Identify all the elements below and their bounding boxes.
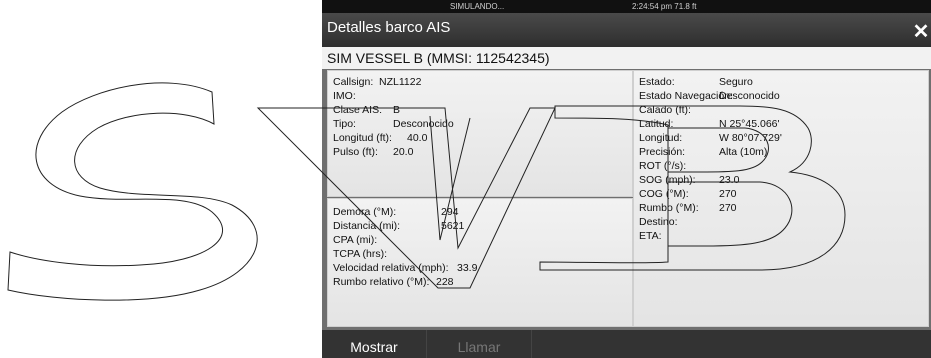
field-label: IMO: [333,90,356,102]
field-value: 270 [719,202,737,214]
field-value: 270 [719,188,737,200]
field-value: Desconocido [393,118,454,130]
time-depth-status: 2:24:54 pm 71.8 ft [632,2,697,11]
field-label: CPA (mi): [333,234,378,246]
field-value: 20.0 [393,146,414,158]
field-label: TCPA (hrs): [333,248,388,260]
field-label: Estado: [639,76,675,88]
field-label: Distancia (mi): [333,220,401,232]
field-label: ROT (°/s): [639,160,687,172]
vessel-info-panel: Callsign: NZL1122 IMO: Clase AIS: B Tipo… [327,70,633,197]
field-value: Alta (10m) [719,146,768,158]
simulation-status: SIMULANDO... [450,2,505,11]
call-button[interactable]: Llamar [426,330,532,358]
close-icon[interactable]: ✕ [911,21,931,43]
field-label: Calado (ft): [639,104,691,116]
field-value: 294 [441,206,459,218]
field-label: Tipo: [333,118,356,130]
field-value: B [393,104,401,116]
field-label: Rumbo (°M): [639,202,699,214]
title-bar: Detalles barco AIS ✕ [322,13,931,47]
field-label: Rumbo relativo (°M): [333,276,430,288]
field-label: Demora (°M): [333,206,397,218]
field-value: 40.0 [407,132,428,144]
show-button[interactable]: Mostrar [322,330,426,358]
field-label: COG (°M): [639,188,689,200]
relative-motion-panel: Demora (°M): 294 Distancia (mi): 5621 CP… [327,198,633,327]
field-label: ETA: [639,230,662,242]
field-label: Latitud: [639,118,674,130]
field-value: W 80°07.729' [719,132,782,144]
field-value: Seguro [719,76,753,88]
field-value: 5621 [441,220,465,232]
field-value: 23.0 [719,174,740,186]
vessel-heading: SIM VESSEL B (MMSI: 112542345) [322,47,931,69]
status-bar: SIMULANDO... 2:24:54 pm 71.8 ft [322,0,931,13]
ais-details-window: SIMULANDO... 2:24:54 pm 71.8 ft Detalles… [322,0,931,358]
navigation-panel: Estado: Seguro Estado Navegación: Descon… [633,70,929,327]
field-label: Clase AIS: [333,104,383,116]
field-value: 228 [436,276,454,288]
field-value: Desconocido [719,90,780,102]
field-label: Velocidad relativa (mph): [333,262,449,274]
field-label: SOG (mph): [639,174,696,186]
bottom-action-bar: Mostrar Llamar [322,330,931,358]
field-label: Longitud (ft): [333,132,392,144]
field-label: Precisión: [639,146,686,158]
field-value: 33.9 [457,262,478,274]
field-label: Longitud: [639,132,683,144]
field-value: NZL1122 [379,76,422,88]
window-title: Detalles barco AIS [327,19,451,36]
field-label: Callsign: [333,76,374,88]
field-label: Destino: [639,216,678,228]
field-value: N 25°45.066' [719,118,780,130]
field-label: Pulso (ft): [333,146,378,158]
